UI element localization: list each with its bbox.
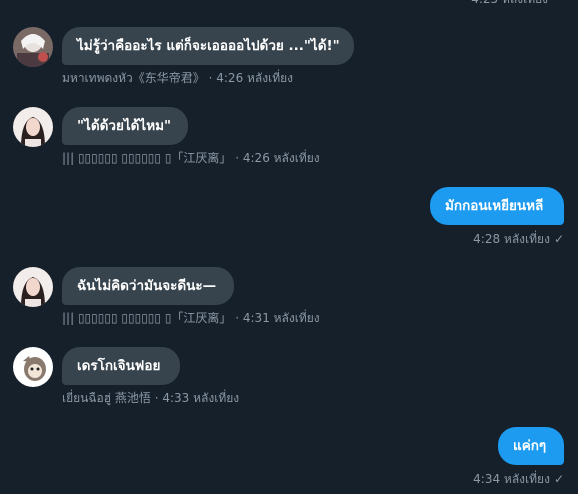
message-time: 4:34 หลังเที่ยง bbox=[473, 472, 550, 486]
sender-name[interactable]: ||| ▯▯▯▯▯▯ ▯▯▯▯▯▯ ▯「江厌离」 bbox=[62, 311, 231, 325]
avatar-cartoon-icon[interactable] bbox=[13, 347, 53, 387]
message-time: 4:26 หลังเที่ยง bbox=[216, 71, 294, 85]
meta-separator: · bbox=[150, 391, 163, 405]
sender-name[interactable]: ||| ▯▯▯▯▯▯ ▯▯▯▯▯▯ ▯「江厌离」 bbox=[62, 151, 231, 165]
clipped-timestamp: 4:25 หลังเที่ยง bbox=[471, 0, 548, 9]
message-meta: 4:34 หลังเที่ยง ✓ bbox=[473, 471, 564, 487]
message-bubble[interactable]: เดรโกเจินฟอย bbox=[62, 347, 180, 385]
meta-separator: · bbox=[231, 151, 243, 165]
meta-separator: · bbox=[204, 71, 217, 85]
message-meta: มหาเทพดงหัว《东华帝君》 · 4:26 หลังเที่ยง bbox=[62, 70, 293, 86]
message-meta: เยี่ยนฉือฮู่ 燕池悟 · 4:33 หลังเที่ยง bbox=[62, 390, 239, 406]
message-bubble[interactable]: แค่กๆ bbox=[498, 427, 564, 465]
avatar-woman-icon[interactable] bbox=[13, 107, 53, 147]
read-check-icon: ✓ bbox=[553, 472, 564, 486]
message-meta: 4:28 หลังเที่ยง ✓ bbox=[473, 231, 564, 247]
message-time: 4:26 หลังเที่ยง bbox=[242, 151, 320, 165]
message-meta: ||| ▯▯▯▯▯▯ ▯▯▯▯▯▯ ▯「江厌离」 · 4:31 หลังเที่… bbox=[62, 310, 320, 326]
sender-name[interactable]: เยี่ยนฉือฮู่ 燕池悟 bbox=[62, 391, 151, 405]
avatar-woman-icon[interactable] bbox=[13, 267, 53, 307]
message-meta: ||| ▯▯▯▯▯▯ ▯▯▯▯▯▯ ▯「江厌离」 · 4:26 หลังเที่… bbox=[62, 150, 320, 166]
message-time: 4:31 หลังเที่ยง bbox=[242, 311, 320, 325]
avatar-white-hair-man-icon[interactable] bbox=[13, 27, 53, 67]
chat-thread: 4:25 หลังเที่ยง ไม่รู้ว่าคืออะไร แต่ก็จะ… bbox=[0, 0, 578, 494]
message-time: 4:33 หลังเที่ยง bbox=[162, 391, 240, 405]
message-bubble[interactable]: มักกอนเหยียนหลี bbox=[430, 187, 564, 225]
message-bubble[interactable]: ไม่รู้ว่าคืออะไร แต่ก็จะเออออไปด้วย ..."… bbox=[62, 27, 354, 65]
read-check-icon: ✓ bbox=[553, 232, 564, 246]
meta-separator: · bbox=[231, 311, 243, 325]
message-bubble[interactable]: "ได้ด้วยได้ไหม" bbox=[62, 107, 188, 145]
sender-name[interactable]: มหาเทพดงหัว《东华帝君》 bbox=[62, 71, 205, 85]
message-time: 4:28 หลังเที่ยง bbox=[473, 232, 550, 246]
message-bubble[interactable]: ฉันไม่คิดว่ามันจะดีนะ— bbox=[62, 267, 234, 305]
